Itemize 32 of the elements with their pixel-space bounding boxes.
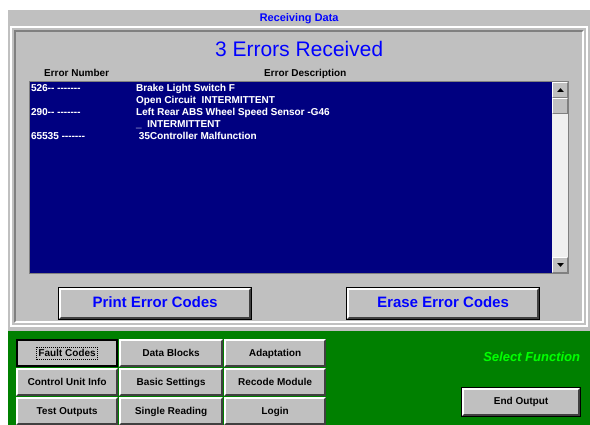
error-number: 65535 ------- <box>31 131 86 143</box>
function-button[interactable]: Adaptation <box>224 339 326 367</box>
function-button[interactable]: Fault Codes <box>16 339 118 367</box>
error-description: _ INTERMITTENT <box>136 119 222 131</box>
error-number: 526-- ------- <box>31 83 82 96</box>
down-arrow-icon <box>556 263 564 267</box>
function-button[interactable]: Data Blocks <box>119 339 223 367</box>
scrollbar[interactable] <box>552 82 568 273</box>
action-button[interactable]: Print Error Codes <box>59 288 251 319</box>
function-button[interactable]: Control Unit Info <box>16 368 118 396</box>
function-button[interactable]: Login <box>224 397 326 425</box>
up-arrow-icon <box>556 88 564 92</box>
scroll-thumb[interactable] <box>552 98 568 114</box>
column-header: Error Description <box>264 68 346 80</box>
column-header: Error Number <box>44 68 110 80</box>
function-button[interactable]: Basic Settings <box>119 368 223 396</box>
error-description: Open Circuit INTERMITTENT <box>136 95 275 107</box>
function-button[interactable]: Test Outputs <box>16 397 118 425</box>
function-button[interactable]: Single Reading <box>119 397 223 425</box>
end-output-button[interactable]: End Output <box>462 388 580 416</box>
window-title: Receiving Data <box>258 11 340 26</box>
error-description: Left Rear ABS Wheel Speed Sensor -G46 <box>136 107 330 119</box>
error-description: Brake Light Switch F <box>136 83 236 95</box>
error-list[interactable]: 526-- ------- Brake Light Switch F Open Circuit INTERMITTENT 290-- ------- Left Rear ABS Wheel Speed Sensor -G46 _ INTERMITTENT 65535 ------- 35Controller Malfunction <box>29 81 569 274</box>
errors-heading: 3 Errors Received <box>214 38 384 62</box>
error-description: 35Controller Malfunction <box>138 131 257 143</box>
function-button[interactable]: Recode Module <box>224 368 326 396</box>
action-button[interactable]: Erase Error Codes <box>347 288 539 319</box>
scroll-down-button[interactable] <box>552 257 568 273</box>
select-function-label: Select Function <box>483 348 580 366</box>
error-number: 290-- ------- <box>31 107 82 120</box>
scroll-up-button[interactable] <box>552 82 568 98</box>
